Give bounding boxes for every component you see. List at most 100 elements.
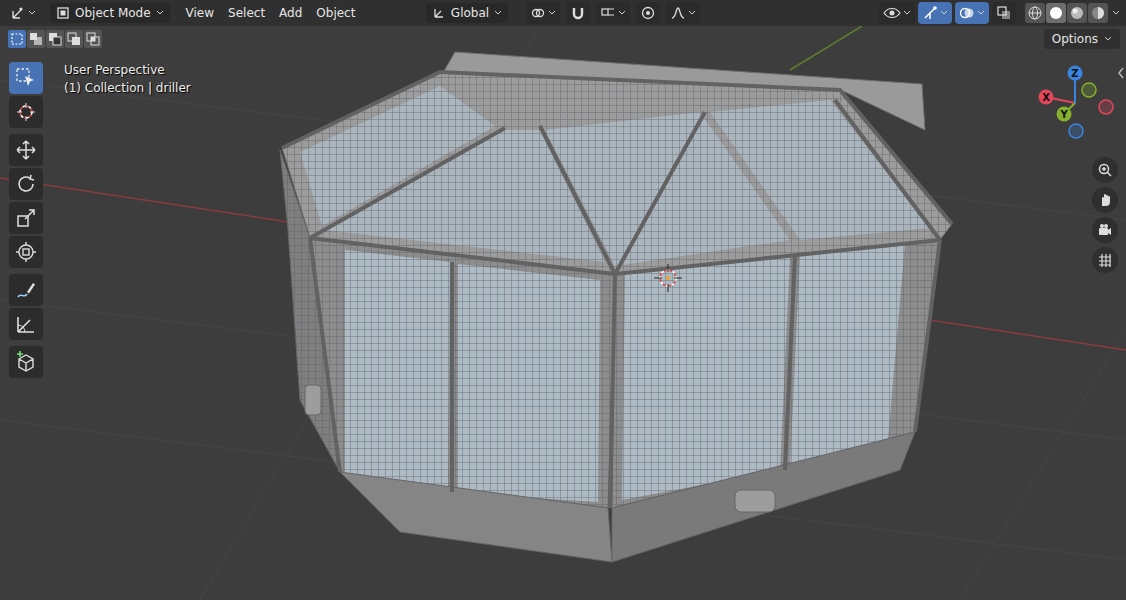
negative-axis-handle[interactable] — [1099, 100, 1113, 114]
overlays-icon — [959, 5, 975, 21]
header-bar: Object Mode ViewSelectAddObject Global — [0, 0, 1126, 26]
caret-icon — [977, 10, 985, 16]
blender-window: Object Mode ViewSelectAddObject Global Opti… — [0, 0, 1126, 600]
mode-dropdown[interactable]: Object Mode — [50, 3, 170, 23]
material-sphere-icon — [1070, 6, 1084, 20]
toolbar — [9, 62, 43, 378]
select-mode-button[interactable] — [84, 30, 102, 48]
menu-item[interactable]: View — [180, 3, 220, 23]
axis-handle[interactable]: Z — [1068, 66, 1083, 81]
shading-button[interactable] — [1025, 3, 1045, 23]
mode-label: Object Mode — [75, 6, 151, 20]
pivot-icon — [530, 5, 546, 21]
tool-button[interactable] — [9, 346, 43, 378]
gizmo-icon — [922, 5, 938, 21]
tool-button[interactable] — [9, 308, 43, 340]
wireframe-sphere-icon — [1028, 6, 1042, 20]
editor-type-button[interactable] — [6, 3, 40, 23]
navigation-button[interactable] — [1092, 247, 1118, 273]
shading-button[interactable] — [1046, 3, 1066, 23]
annotate-icon — [15, 279, 37, 301]
caret-icon — [28, 10, 36, 16]
viewport[interactable]: Options User Perspective(1) Collection | … — [0, 26, 1126, 600]
invert-mode-icon — [67, 32, 81, 46]
axis-handle[interactable]: Y — [1057, 107, 1072, 122]
negative-axis-handle[interactable] — [1082, 83, 1096, 97]
tool-group — [9, 274, 43, 340]
eye-icon — [883, 5, 901, 21]
navigation-button[interactable] — [1092, 157, 1118, 183]
ortho-icon — [1097, 252, 1113, 268]
select-mode-button[interactable] — [46, 30, 64, 48]
axis-handle[interactable]: X — [1039, 90, 1054, 105]
orientation-label: Global — [451, 6, 489, 20]
header-toggle[interactable] — [666, 2, 700, 24]
caret-icon — [903, 10, 911, 16]
tool-button[interactable] — [9, 236, 43, 268]
scene-canvas[interactable] — [0, 26, 1126, 600]
shading-button[interactable] — [1088, 3, 1108, 23]
visibility-toggle[interactable] — [992, 2, 1016, 24]
select-mode-button[interactable] — [8, 30, 26, 48]
proportional-icon — [640, 5, 656, 21]
caret-icon — [618, 10, 626, 16]
navigation-button[interactable] — [1092, 217, 1118, 243]
caret-icon — [494, 10, 502, 16]
rotate-icon — [15, 173, 37, 195]
select-mode-button[interactable] — [65, 30, 83, 48]
view3d-icon — [10, 5, 26, 21]
header-toggle[interactable] — [636, 2, 660, 24]
header-toggle[interactable] — [566, 2, 590, 24]
axis-label: Y — [1059, 109, 1068, 120]
solid-sphere-icon — [1049, 6, 1063, 20]
tool-button[interactable] — [9, 134, 43, 166]
orientation-icon — [432, 6, 446, 20]
perspective-label: User Perspective — [64, 61, 191, 79]
context-label: (1) Collection | driller — [64, 79, 191, 97]
caret-icon — [688, 10, 696, 16]
negative-axis-handle[interactable] — [1069, 124, 1083, 138]
axis-label: Z — [1071, 68, 1078, 79]
orientation-dropdown[interactable]: Global — [426, 3, 508, 23]
tool-group — [9, 62, 43, 128]
add-cube-icon — [15, 351, 37, 373]
tool-button[interactable] — [9, 202, 43, 234]
viewport-info: User Perspective(1) Collection | driller — [64, 61, 191, 97]
tool-button[interactable] — [9, 274, 43, 306]
intersect-mode-icon — [86, 32, 100, 46]
menu-item[interactable]: Select — [222, 3, 271, 23]
axis-label: X — [1042, 92, 1050, 103]
menu-bar: ViewSelectAddObject — [180, 3, 362, 23]
select-mode-button[interactable] — [27, 30, 45, 48]
tool-button[interactable] — [9, 62, 43, 94]
caret-icon — [1112, 10, 1120, 16]
navigation-gizmo[interactable]: XY Z — [1026, 62, 1126, 146]
visibility-toggle[interactable] — [955, 2, 989, 24]
menu-item[interactable]: Add — [273, 3, 308, 23]
collapse-arrow-icon[interactable] — [1117, 67, 1125, 79]
scene-content — [0, 26, 1126, 600]
xray-icon — [996, 5, 1012, 21]
y-axis-line — [790, 26, 862, 70]
select-mode-buttons — [8, 30, 102, 48]
navigation-buttons — [1092, 157, 1118, 273]
menu-item[interactable]: Object — [310, 3, 361, 23]
header-center: Global — [426, 2, 700, 24]
options-dropdown[interactable]: Options — [1044, 29, 1120, 49]
options-label: Options — [1052, 32, 1098, 46]
shading-button[interactable] — [1067, 3, 1087, 23]
falloff-curve-icon — [670, 5, 686, 21]
header-right — [700, 2, 1120, 24]
tool-group — [9, 346, 43, 378]
visibility-toggle[interactable] — [918, 2, 952, 24]
navigation-button[interactable] — [1092, 187, 1118, 213]
tool-button[interactable] — [9, 96, 43, 128]
caret-icon — [1104, 36, 1112, 42]
header-toggle[interactable] — [596, 2, 630, 24]
floor-grid — [0, 26, 1126, 600]
header-toggle[interactable] — [526, 2, 560, 24]
origin-cursor[interactable] — [654, 264, 682, 292]
visibility-toggle[interactable] — [879, 2, 915, 24]
driller-model[interactable] — [280, 52, 952, 562]
tool-button[interactable] — [9, 168, 43, 200]
